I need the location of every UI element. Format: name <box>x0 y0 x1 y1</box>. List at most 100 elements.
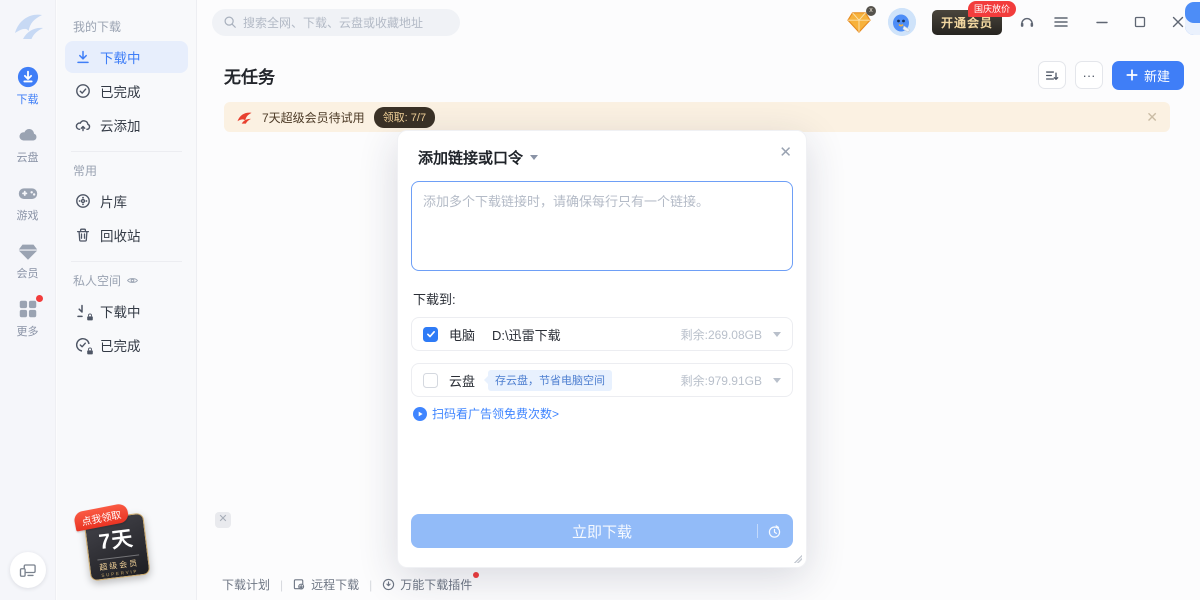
grid-more-icon <box>17 298 39 320</box>
sidebar-item-label: 回收站 <box>100 225 141 245</box>
vip-trial-banner: 7天超级会员待试用 领取: 7/7 ✕ <box>224 102 1170 132</box>
target-name: 电脑 <box>449 325 475 344</box>
vip-trial-promo-badge[interactable]: 点我领取 7天 超级会员 SUPERVIP <box>83 513 150 582</box>
timer-icon[interactable] <box>767 524 782 539</box>
more-actions-button[interactable]: ··· <box>1075 61 1103 89</box>
rail-item-label: 下载 <box>17 91 39 107</box>
download-target-pc-row[interactable]: 电脑 D:\迅雷下载 剩余:269.08GB <box>411 317 793 351</box>
footer-universal-plugin[interactable]: 万能下载插件 <box>382 576 472 593</box>
sidebar-item-downloading[interactable]: 下载中 <box>65 41 188 73</box>
banner-close-icon[interactable]: ✕ <box>1146 109 1158 126</box>
cloud-add-icon <box>75 117 91 133</box>
sidebar-item-label: 已完成 <box>100 81 141 101</box>
footer-links: 下载计划 | 远程下载 | 万能下载插件 <box>222 576 472 593</box>
rail-item-label: 云盘 <box>17 149 39 165</box>
customer-service-icon[interactable] <box>1018 13 1036 31</box>
download-now-button[interactable]: 立即下载 <box>411 514 793 548</box>
top-header: 搜索全网、下载、云盘或收藏地址 x 开通会员 <box>198 0 1200 44</box>
footer-link-label: 远程下载 <box>311 576 359 593</box>
watch-ad-link[interactable]: 扫码看广告领免费次数> <box>411 405 793 422</box>
sidebar-item-completed[interactable]: 已完成 <box>65 75 188 107</box>
sidebar-section-my-downloads: 我的下载 <box>73 18 196 35</box>
rail-item-label: 游戏 <box>17 207 39 223</box>
eye-icon[interactable] <box>126 274 139 287</box>
rail-item-download[interactable]: 下载 <box>0 66 56 107</box>
footer-separator: | <box>369 578 372 592</box>
submit-divider <box>757 524 758 538</box>
footer-separator: | <box>280 578 283 592</box>
remaining-space: 剩余:979.91GB <box>681 372 762 389</box>
close-button[interactable] <box>1170 14 1186 30</box>
plus-icon <box>1126 69 1138 81</box>
play-circle-icon <box>413 407 427 421</box>
path-dropdown-caret-icon[interactable] <box>773 378 781 383</box>
search-placeholder: 搜索全网、下载、云盘或收藏地址 <box>243 14 423 31</box>
notification-dot <box>473 572 479 578</box>
completed-icon <box>75 83 91 99</box>
page-title: 无任务 <box>224 63 275 88</box>
gem-badge: x <box>866 6 876 16</box>
sidebar-item-recycle-bin[interactable]: 回收站 <box>65 219 188 251</box>
sidebar-item-cloud-add[interactable]: 云添加 <box>65 109 188 141</box>
download-target-cloud-row[interactable]: 云盘 存云盘，节省电脑空间 剩余:979.91GB <box>411 363 793 397</box>
link-input-textarea[interactable] <box>411 181 793 271</box>
header-right-cluster: x 开通会员 国庆放价 <box>846 0 1186 44</box>
dialog-close-icon[interactable]: ✕ <box>779 145 792 160</box>
rail-item-label: 更多 <box>17 323 39 339</box>
sidebar-item-private-completed[interactable]: 已完成 <box>65 329 188 361</box>
dialog-title-row: 添加链接或口令 <box>411 147 793 168</box>
rail-item-more[interactable]: 更多 <box>0 298 56 339</box>
sidebar-item-film-library[interactable]: 片库 <box>65 185 188 217</box>
left-rail: 下载 云盘 游戏 会员 更多 <box>0 0 56 600</box>
edge-panel-handle[interactable] <box>1185 2 1200 35</box>
xunlei-logo-icon <box>9 8 47 44</box>
sort-button[interactable] <box>1038 61 1066 89</box>
check-icon <box>426 329 436 339</box>
banner-bird-icon <box>236 110 253 125</box>
sidebar-section-common: 常用 <box>73 162 196 179</box>
submit-side <box>757 514 782 548</box>
sidebar-item-private-downloading[interactable]: 下载中 <box>65 295 188 327</box>
download-now-label: 立即下载 <box>572 521 632 542</box>
user-avatar[interactable] <box>888 8 916 36</box>
dialog-resize-handle[interactable] <box>793 554 802 563</box>
minimize-button[interactable] <box>1094 14 1110 30</box>
rail-item-games[interactable]: 游戏 <box>0 182 56 223</box>
vip-gem-button[interactable]: x <box>846 10 872 34</box>
add-link-dialog: 添加链接或口令 ✕ 下载到: 电脑 D:\迅雷下载 剩余:269.08GB 云盘… <box>397 130 807 568</box>
open-vip-button[interactable]: 开通会员 国庆放价 <box>932 10 1002 35</box>
search-input[interactable]: 搜索全网、下载、云盘或收藏地址 <box>212 9 460 36</box>
download-circle-icon <box>17 66 39 88</box>
watch-ad-label: 扫码看广告领免费次数> <box>432 405 559 422</box>
sidebar-section-private-space[interactable]: 私人空间 <box>73 272 196 289</box>
pc-checkbox-checked[interactable] <box>423 327 438 342</box>
new-task-button[interactable]: 新建 <box>1112 61 1184 90</box>
rail-item-vip[interactable]: 会员 <box>0 240 56 281</box>
sidebar: 我的下载 下载中 已完成 云添加 常用 片库 回收站 私人空间 <box>57 0 197 600</box>
sidebar-divider <box>71 261 182 262</box>
sidebar-divider <box>71 151 182 152</box>
private-space-label: 私人空间 <box>73 272 121 289</box>
avatar-bird-icon <box>888 8 916 36</box>
path-dropdown-caret-icon[interactable] <box>773 332 781 337</box>
dialog-title: 添加链接或口令 <box>418 147 523 168</box>
notification-dot <box>36 295 43 302</box>
target-name: 云盘 <box>449 371 475 390</box>
banner-claim-badge[interactable]: 领取: 7/7 <box>374 107 435 128</box>
lock-glyph <box>86 347 94 355</box>
title-dropdown-caret-icon[interactable] <box>530 155 538 160</box>
sidebar-item-label: 已完成 <box>100 335 141 355</box>
footer-remote-download[interactable]: 远程下载 <box>293 576 359 593</box>
rail-item-cloud-disk[interactable]: 云盘 <box>0 124 56 165</box>
cloud-save-tag: 存云盘，节省电脑空间 <box>488 370 612 391</box>
maximize-button[interactable] <box>1132 14 1148 30</box>
footer-download-plan[interactable]: 下载计划 <box>222 576 270 593</box>
cloud-checkbox-unchecked[interactable] <box>423 373 438 388</box>
promo-close-button[interactable]: ✕ <box>215 512 231 528</box>
device-transfer-button[interactable] <box>10 552 46 588</box>
new-task-label: 新建 <box>1144 66 1170 85</box>
film-reel-icon <box>75 193 91 209</box>
menu-icon[interactable] <box>1052 13 1070 31</box>
promo-days: 7天 <box>97 522 135 556</box>
rail-item-label: 会员 <box>17 265 39 281</box>
